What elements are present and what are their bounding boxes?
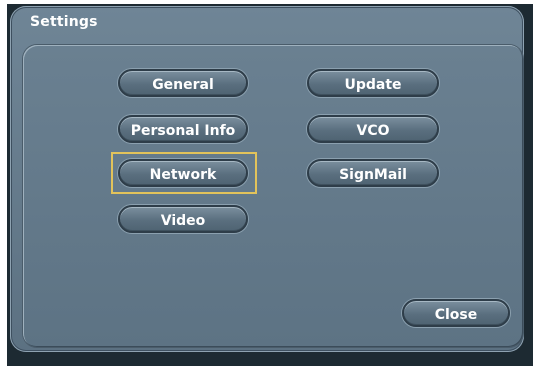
signmail-button[interactable]: SignMail [307,159,439,187]
personal-info-button[interactable]: Personal Info [118,115,248,143]
window-title: Settings [30,14,98,30]
vco-button[interactable]: VCO [307,115,439,143]
close-button[interactable]: Close [402,299,510,327]
general-button[interactable]: General [118,69,248,97]
network-button[interactable]: Network [118,159,248,187]
video-button[interactable]: Video [118,205,248,233]
update-button[interactable]: Update [307,69,439,97]
